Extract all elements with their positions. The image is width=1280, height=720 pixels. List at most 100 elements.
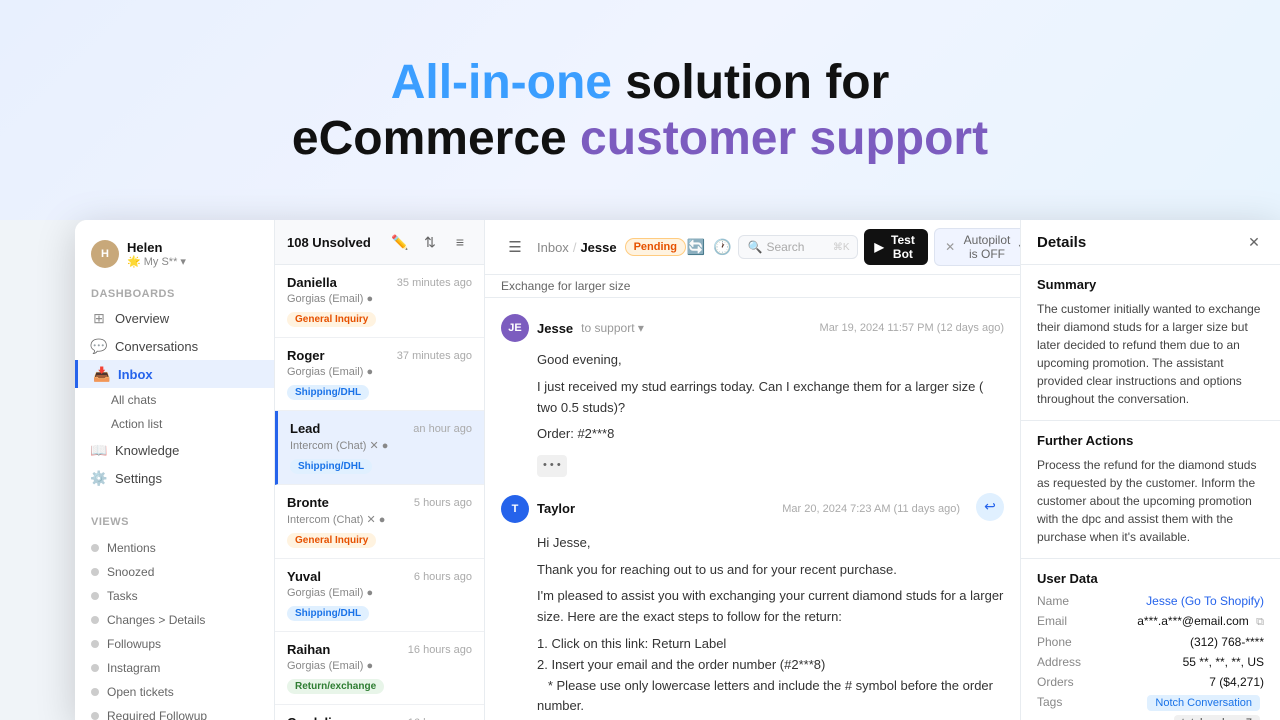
avatar: H [91, 240, 119, 268]
conv-list-header: 108 Unsolved ✏️ ⇅ ≡ [275, 220, 484, 265]
summary-text: The customer initially wanted to exchang… [1037, 300, 1264, 408]
history-icon[interactable]: 🕐 [712, 233, 732, 261]
user-data-section: User Data Name Jesse (Go To Shopify) Ema… [1021, 559, 1280, 720]
taylor-sender: Taylor [537, 501, 575, 516]
breadcrumb: Inbox / Jesse [537, 240, 617, 255]
messages-area: JE Jesse to support ▾ Mar 19, 2024 11:57… [485, 298, 1020, 720]
sidebar-sub-all-chats[interactable]: All chats [75, 388, 274, 412]
views-item-instagram[interactable]: Instagram [75, 656, 274, 680]
jesse-message-body: Good evening, I just received my stud ea… [537, 350, 1004, 477]
inbox-icon: 📥 [94, 366, 110, 382]
taylor-avatar: T [501, 495, 529, 523]
conv-subject: Exchange for larger size [485, 275, 1020, 298]
views-item-snoozed[interactable]: Snoozed [75, 560, 274, 584]
conv-item-cordelia[interactable]: Cordelia16 hours ago Instagram ● Positiv… [275, 705, 484, 720]
hero-title-line2: eCommerce customer support [292, 111, 988, 166]
hero-section: All-in-one solution for eCommerce custom… [0, 0, 1280, 220]
conv-item-yuval[interactable]: Yuval6 hours ago Gorgias (Email) ● Shipp… [275, 559, 484, 632]
sidebar-item-conversations[interactable]: 💬 Conversations [75, 332, 274, 360]
sort-icon[interactable]: ⇅ [418, 230, 442, 254]
details-close-button[interactable]: ✕ [1244, 232, 1264, 252]
orders-value: 7 ($4,271) [1097, 675, 1264, 689]
taylor-message-time: Mar 20, 2024 7:23 AM (11 days ago) [782, 503, 960, 515]
autopilot-x-icon: ✕ [945, 240, 955, 254]
sidebar-item-overview[interactable]: ⊞ Overview [75, 304, 274, 332]
user-name-row: Name Jesse (Go To Shopify) [1037, 594, 1264, 608]
user-tags-row: Tags Notch Conversation total_orders_7 [1037, 695, 1264, 720]
further-actions-text: Process the refund for the diamond studs… [1037, 456, 1264, 546]
phone-label: Phone [1037, 635, 1097, 649]
views-item-open-tickets[interactable]: Open tickets [75, 680, 274, 704]
jesse-avatar: JE [501, 314, 529, 342]
further-actions-title: Further Actions [1037, 433, 1264, 448]
views-item-tasks[interactable]: Tasks [75, 584, 274, 608]
email-value: a***.a***@email.com ⧉ [1097, 614, 1264, 629]
hero-title-line1: All-in-one solution for [391, 54, 890, 112]
pending-badge: Pending [625, 238, 686, 256]
app-container: H Helen 🌟 My S** ▾ Dashboards ⊞ Overview… [75, 220, 1280, 720]
knowledge-icon: 📖 [91, 442, 107, 458]
views-section: Mentions Snoozed Tasks Changes > Details… [75, 532, 274, 720]
address-label: Address [1037, 655, 1097, 669]
tags-label: Tags [1037, 695, 1097, 709]
conv-list-title: 108 Unsolved [287, 235, 371, 250]
search-box[interactable]: 🔍 Search ⌘K [738, 235, 858, 259]
sidebar-item-inbox[interactable]: 📥 Inbox [75, 360, 274, 388]
tags-value: Notch Conversation total_orders_7 [1097, 695, 1264, 720]
message-group-taylor: T Taylor Mar 20, 2024 7:23 AM (11 days a… [501, 493, 1004, 720]
conversation-list: 108 Unsolved ✏️ ⇅ ≡ Daniella35 minutes a… [275, 220, 485, 720]
address-value: 55 **, **, **, US [1097, 655, 1264, 669]
views-item-required-followup[interactable]: Required Followup [75, 704, 274, 720]
copy-email-icon[interactable]: ⧉ [1256, 616, 1264, 629]
hero-purple-text: customer support [580, 112, 988, 165]
summary-section: Summary The customer initially wanted to… [1021, 265, 1280, 421]
jesse-message-time: Mar 19, 2024 11:57 PM (12 days ago) [820, 322, 1004, 334]
conv-item-bronte[interactable]: Bronte5 hours ago Intercom (Chat) ✕ ● Ge… [275, 485, 484, 559]
further-actions-section: Further Actions Process the refund for t… [1021, 421, 1280, 559]
sidebar-item-settings[interactable]: ⚙️ Settings [75, 464, 274, 492]
settings-icon: ⚙️ [91, 470, 107, 486]
user-orders-row: Orders 7 ($4,271) [1037, 675, 1264, 689]
reply-icon: ↩ [976, 493, 1004, 521]
conv-item-daniella[interactable]: Daniella35 minutes ago Gorgias (Email) ●… [275, 265, 484, 338]
name-value[interactable]: Jesse (Go To Shopify) [1097, 594, 1264, 608]
refresh-icon[interactable]: 🔄 [686, 233, 706, 261]
profile-name: Helen [127, 240, 186, 255]
summary-title: Summary [1037, 277, 1264, 292]
conv-item-lead[interactable]: Leadan hour ago Intercom (Chat) ✕ ● Ship… [275, 411, 484, 485]
jesse-sender: Jesse [537, 321, 573, 336]
conv-main-header: ☰ Inbox / Jesse Pending 🔄 🕐 🔍 Search ⌘K … [485, 220, 1020, 275]
user-email-row: Email a***.a***@email.com ⧉ [1037, 614, 1264, 629]
search-icon: 🔍 [747, 240, 762, 254]
filter-icon[interactable]: ≡ [448, 230, 472, 254]
details-title: Details [1037, 234, 1086, 251]
views-item-followups[interactable]: Followups [75, 632, 274, 656]
sidebar: H Helen 🌟 My S** ▾ Dashboards ⊞ Overview… [75, 220, 275, 720]
hero-blue-text: All-in-one [391, 56, 612, 109]
tag-notch: Notch Conversation [1147, 695, 1260, 711]
conv-item-roger[interactable]: Roger37 minutes ago Gorgias (Email) ● Sh… [275, 338, 484, 411]
orders-label: Orders [1037, 675, 1097, 689]
views-item-changes[interactable]: Changes > Details [75, 608, 274, 632]
conversation-main: ☰ Inbox / Jesse Pending 🔄 🕐 🔍 Search ⌘K … [485, 220, 1020, 720]
play-icon: ▶ [874, 240, 883, 254]
message-group-jesse: JE Jesse to support ▾ Mar 19, 2024 11:57… [501, 314, 1004, 477]
views-label: Views [75, 508, 274, 532]
conv-item-raihan[interactable]: Raihan16 hours ago Gorgias (Email) ● Ret… [275, 632, 484, 705]
sidebar-toggle-icon[interactable]: ☰ [501, 233, 529, 261]
views-item-mentions[interactable]: Mentions [75, 536, 274, 560]
test-bot-button[interactable]: ▶ Test Bot [864, 229, 928, 265]
overview-icon: ⊞ [91, 310, 107, 326]
sidebar-sub-action-list[interactable]: Action list [75, 412, 274, 436]
taylor-message-body: Hi Jesse, Thank you for reaching out to … [537, 533, 1004, 720]
name-label: Name [1037, 594, 1097, 608]
conversations-icon: 💬 [91, 338, 107, 354]
sidebar-item-knowledge[interactable]: 📖 Knowledge [75, 436, 274, 464]
sidebar-profile: H Helen 🌟 My S** ▾ [75, 236, 274, 280]
details-header: Details ✕ [1021, 220, 1280, 265]
message-more-button[interactable]: • • • [537, 455, 567, 477]
compose-icon[interactable]: ✏️ [388, 230, 412, 254]
user-phone-row: Phone (312) 768-**** [1037, 635, 1264, 649]
profile-sub: 🌟 My S** ▾ [127, 255, 186, 268]
user-data-title: User Data [1037, 571, 1264, 586]
